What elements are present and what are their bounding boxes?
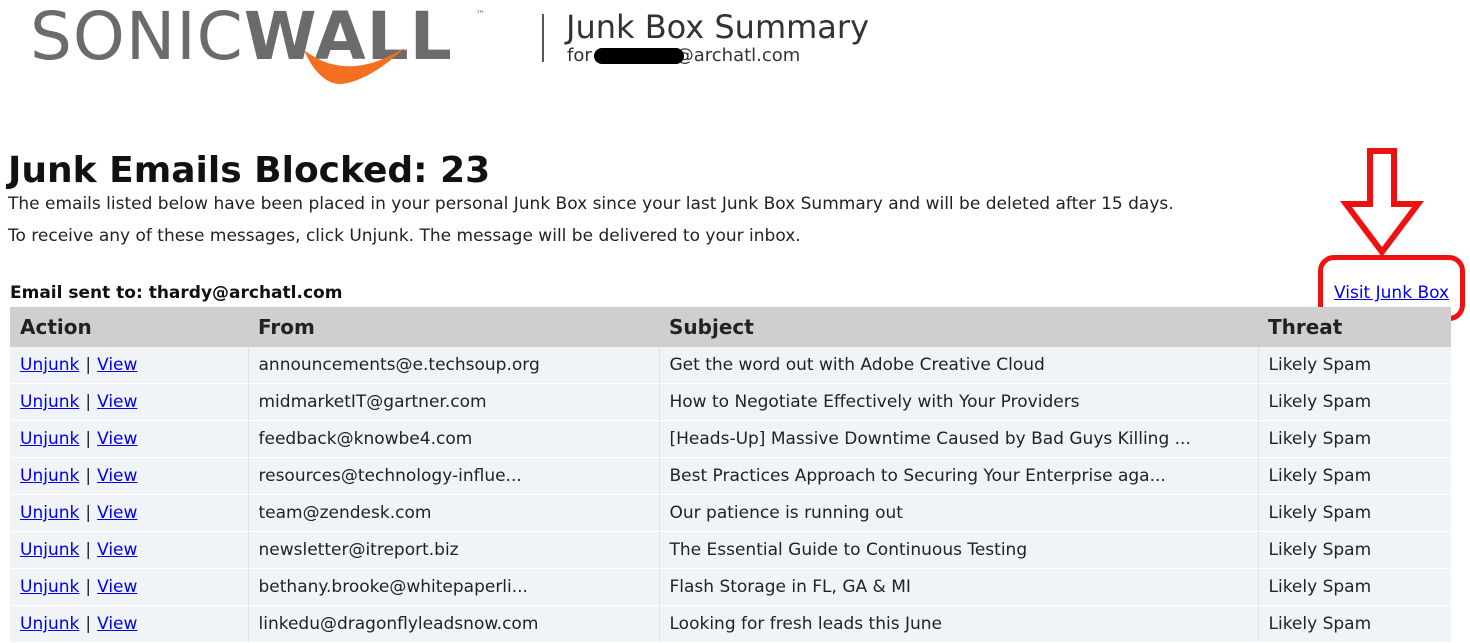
unjunk-link[interactable]: Unjunk <box>20 614 79 634</box>
unjunk-link[interactable]: Unjunk <box>20 466 79 486</box>
column-header-action: Action <box>10 307 248 347</box>
threat-cell: Likely Spam <box>1258 568 1451 606</box>
column-header-from: From <box>248 307 659 347</box>
action-cell: Unjunk | View <box>10 494 249 532</box>
action-separator: | <box>85 614 92 634</box>
recipient-domain: @archatl.com <box>675 45 801 66</box>
action-separator: | <box>85 392 92 412</box>
table-row: Unjunk | View linkedu@dragonflyleadsnow.co… <box>10 605 1451 643</box>
action-separator: | <box>85 429 92 449</box>
table-row: Unjunk | View midmarketIT@gartner.com How … <box>10 383 1451 421</box>
visit-junk-box-link[interactable]: Visit Junk Box <box>1334 283 1449 303</box>
header-divider <box>542 14 544 62</box>
threat-cell: Likely Spam <box>1258 383 1451 421</box>
from-cell: midmarketIT@gartner.com <box>248 383 660 421</box>
table-row: Unjunk | View newsletter@itreport.biz The … <box>10 531 1451 569</box>
table-header-row: Action From Subject Threat <box>10 307 1451 347</box>
view-link[interactable]: View <box>97 429 137 449</box>
unjunk-link[interactable]: Unjunk <box>20 577 79 597</box>
subject-cell: Get the word out with Adobe Creative Clo… <box>658 347 1259 384</box>
from-cell: resources@technology-influe... <box>248 457 660 495</box>
email-sent-to: Email sent to: thardy@archatl.com <box>10 283 343 303</box>
threat-cell: Likely Spam <box>1258 347 1451 384</box>
subject-cell: [Heads-Up] Massive Downtime Caused by Ba… <box>658 420 1259 458</box>
table-row: Unjunk | View announcements@e.techsoup.org… <box>10 347 1451 384</box>
logo-swoosh-icon <box>304 48 404 84</box>
from-cell: linkedu@dragonflyleadsnow.com <box>248 605 660 643</box>
table-row: Unjunk | View bethany.brooke@whitepaperli.… <box>10 568 1451 606</box>
from-cell: bethany.brooke@whitepaperli... <box>248 568 660 606</box>
action-separator: | <box>85 540 92 560</box>
trademark-mark: ™ <box>476 10 485 20</box>
action-separator: | <box>85 577 92 597</box>
unjunk-link[interactable]: Unjunk <box>20 355 79 375</box>
table-body: Unjunk | View announcements@e.techsoup.org… <box>10 347 1451 643</box>
view-link[interactable]: View <box>97 355 137 375</box>
description-line-1: The emails listed below have been placed… <box>8 194 1174 214</box>
view-link[interactable]: View <box>97 466 137 486</box>
column-header-threat: Threat <box>1258 307 1451 347</box>
from-cell: feedback@knowbe4.com <box>248 420 660 458</box>
action-cell: Unjunk | View <box>10 568 249 606</box>
from-cell: newsletter@itreport.biz <box>248 531 660 569</box>
from-cell: team@zendesk.com <box>248 494 660 532</box>
from-cell: announcements@e.techsoup.org <box>248 347 660 384</box>
table-row: Unjunk | View team@zendesk.com Our patienc… <box>10 494 1451 532</box>
threat-cell: Likely Spam <box>1258 531 1451 569</box>
action-cell: Unjunk | View <box>10 605 249 643</box>
view-link[interactable]: View <box>97 392 137 412</box>
threat-cell: Likely Spam <box>1258 494 1451 532</box>
table-row: Unjunk | View resources@technology-influe.… <box>10 457 1451 495</box>
subject-cell: Our patience is running out <box>658 494 1259 532</box>
view-link[interactable]: View <box>97 540 137 560</box>
action-cell: Unjunk | View <box>10 531 249 569</box>
down-arrow-icon <box>1340 148 1424 256</box>
unjunk-link[interactable]: Unjunk <box>20 392 79 412</box>
sonicwall-logo: SONICWALL ™ <box>30 2 500 86</box>
column-header-subject: Subject <box>659 307 1258 347</box>
unjunk-link[interactable]: Unjunk <box>20 540 79 560</box>
recipient-prefix: for <box>567 45 592 66</box>
action-separator: | <box>85 466 92 486</box>
blocked-count-headline: Junk Emails Blocked: 23 <box>8 150 491 191</box>
subject-cell: Flash Storage in FL, GA & MI <box>658 568 1259 606</box>
logo-sonic-text: SONIC <box>30 0 244 75</box>
threat-cell: Likely Spam <box>1258 457 1451 495</box>
subject-cell: Looking for fresh leads this June <box>658 605 1259 643</box>
action-separator: | <box>85 355 92 375</box>
action-cell: Unjunk | View <box>10 383 249 421</box>
subject-cell: How to Negotiate Effectively with Your P… <box>658 383 1259 421</box>
view-link[interactable]: View <box>97 577 137 597</box>
view-link[interactable]: View <box>97 614 137 634</box>
redaction-bar <box>594 48 684 64</box>
description-line-2: To receive any of these messages, click … <box>8 226 801 246</box>
unjunk-link[interactable]: Unjunk <box>20 503 79 523</box>
unjunk-link[interactable]: Unjunk <box>20 429 79 449</box>
action-separator: | <box>85 503 92 523</box>
subject-cell: The Essential Guide to Continuous Testin… <box>658 531 1259 569</box>
action-cell: Unjunk | View <box>10 347 249 384</box>
threat-cell: Likely Spam <box>1258 420 1451 458</box>
subject-cell: Best Practices Approach to Securing Your… <box>658 457 1259 495</box>
page-title: Junk Box Summary <box>566 8 869 46</box>
threat-cell: Likely Spam <box>1258 605 1451 643</box>
view-link[interactable]: View <box>97 503 137 523</box>
action-cell: Unjunk | View <box>10 420 249 458</box>
junk-email-table: Action From Subject Threat Unjunk | View a… <box>10 307 1451 643</box>
action-cell: Unjunk | View <box>10 457 249 495</box>
table-row: Unjunk | View feedback@knowbe4.com [Heads-… <box>10 420 1451 458</box>
